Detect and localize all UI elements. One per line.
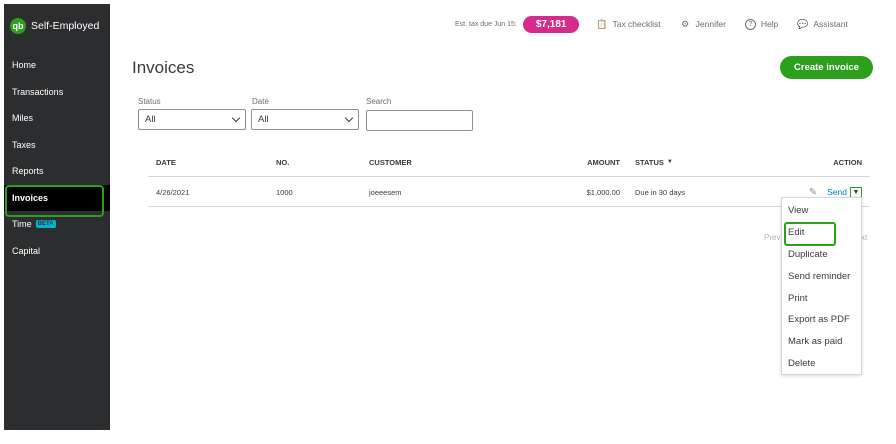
sidebar-item-home[interactable]: Home	[4, 52, 110, 79]
status-filter-label: Status	[138, 97, 161, 106]
sidebar-item-reports[interactable]: Reports	[4, 158, 110, 185]
menu-item-export-pdf[interactable]: Export as PDF	[782, 309, 861, 331]
help-link[interactable]: ? Help	[744, 18, 779, 30]
chat-bubbles-icon: 💬	[797, 18, 809, 29]
row-customer: joeeesem	[369, 187, 402, 197]
create-invoice-button[interactable]: Create invoice	[780, 56, 873, 79]
header-date[interactable]: DATE	[156, 147, 176, 177]
menu-item-duplicate[interactable]: Duplicate	[782, 244, 861, 266]
user-name: Jennifer	[695, 19, 726, 29]
header-amount[interactable]: AMOUNT	[587, 147, 620, 177]
action-menu: View Edit Duplicate Send reminder Print …	[781, 197, 862, 375]
beta-badge: BETA	[35, 220, 56, 229]
menu-item-print[interactable]: Print	[782, 287, 861, 309]
est-tax-label: Est. tax due Jun 15:	[455, 20, 517, 28]
sidebar-item-transactions[interactable]: Transactions	[4, 79, 110, 106]
sidebar-item-label: Miles	[12, 113, 34, 124]
sidebar: qb Self-Employed Home Transactions Miles…	[4, 4, 110, 430]
brand[interactable]: qb Self-Employed	[10, 18, 99, 34]
app-name: Self-Employed	[31, 20, 100, 32]
tax-checklist-link[interactable]: 📋 Tax checklist	[596, 19, 660, 30]
menu-item-edit[interactable]: Edit	[782, 221, 861, 246]
sidebar-item-miles[interactable]: Miles	[4, 105, 110, 132]
sidebar-item-label: Transactions	[12, 86, 64, 97]
send-link[interactable]: Send	[827, 187, 847, 197]
chevron-down-icon	[231, 113, 241, 123]
help-label: Help	[760, 19, 779, 29]
sidebar-item-time[interactable]: Time BETA	[4, 211, 110, 238]
sidebar-nav: Home Transactions Miles Taxes Reports In…	[4, 52, 110, 264]
sidebar-item-invoices[interactable]: Invoices	[4, 184, 110, 216]
pencil-icon[interactable]: ✎	[809, 187, 817, 198]
header-customer[interactable]: CUSTOMER	[369, 147, 412, 177]
assistant-label: Assistant	[813, 19, 848, 29]
top-bar: Est. tax due Jun 15: $7,181 📋 Tax checkl…	[455, 13, 888, 35]
menu-item-send-reminder[interactable]: Send reminder	[782, 265, 861, 287]
date-filter-value: All	[258, 114, 269, 125]
help-icon: ?	[744, 18, 756, 30]
chevron-down-icon	[344, 113, 354, 123]
row-date: 4/26/2021	[156, 187, 190, 197]
pager-previous[interactable]: Prev	[764, 233, 780, 242]
assistant-link[interactable]: 💬 Assistant	[797, 19, 848, 30]
search-label: Search	[366, 97, 392, 106]
sort-down-icon: ▼	[666, 159, 673, 165]
table-row[interactable]: 4/26/2021 1000 joeeesem $1,000.00 Due in…	[148, 177, 870, 207]
search-input[interactable]	[366, 110, 473, 131]
sidebar-item-taxes[interactable]: Taxes	[4, 132, 110, 159]
header-status-label: STATUS	[635, 157, 664, 167]
menu-item-view[interactable]: View	[782, 200, 861, 222]
clipboard-icon: 📋	[596, 18, 608, 29]
sidebar-item-capital[interactable]: Capital	[4, 238, 110, 265]
date-filter-label: Date	[252, 97, 269, 106]
menu-item-mark-paid[interactable]: Mark as paid	[782, 331, 861, 353]
status-filter-select[interactable]: All	[138, 109, 246, 130]
row-status: Due in 30 days	[635, 187, 686, 197]
sidebar-item-label: Reports	[12, 166, 44, 177]
header-action: ACTION	[833, 157, 862, 167]
page-title: Invoices	[132, 58, 195, 77]
quickbooks-logo-icon: qb	[10, 18, 26, 34]
invoices-table: DATE NO. CUSTOMER AMOUNT STATUS ▼ ACTION…	[148, 147, 870, 207]
sidebar-item-label: Time	[12, 219, 32, 230]
date-filter-select[interactable]: All	[251, 109, 359, 130]
status-filter-value: All	[145, 114, 156, 125]
gear-icon: ⚙	[681, 18, 690, 29]
caret-down-icon: ▼	[852, 188, 860, 196]
user-menu[interactable]: ⚙ Jennifer	[680, 19, 726, 30]
header-status[interactable]: STATUS ▼	[635, 147, 673, 177]
row-no: 1000	[276, 187, 293, 197]
sidebar-item-label: Invoices	[12, 192, 49, 203]
row-amount: $1,000.00	[586, 187, 620, 197]
sidebar-item-label: Home	[12, 60, 37, 71]
action-dropdown-toggle[interactable]: ▼	[850, 186, 862, 198]
table-header: DATE NO. CUSTOMER AMOUNT STATUS ▼ ACTION	[148, 147, 870, 177]
tax-checklist-label: Tax checklist	[612, 19, 661, 29]
header-no[interactable]: NO.	[276, 147, 289, 177]
est-tax-amount-badge[interactable]: $7,181	[522, 15, 580, 33]
sidebar-item-label: Taxes	[12, 139, 36, 150]
menu-item-delete[interactable]: Delete	[782, 353, 861, 375]
sidebar-item-label: Capital	[12, 245, 41, 256]
